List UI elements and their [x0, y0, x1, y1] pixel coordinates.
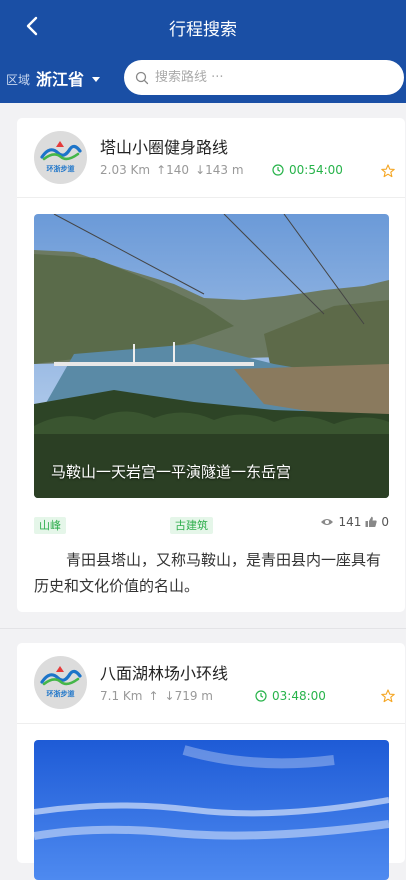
search-input[interactable]: [155, 70, 375, 85]
route-logo-icon: [40, 666, 82, 686]
logo-text: 环浙步道: [46, 690, 75, 698]
route-name: 八面湖林场小环线: [100, 664, 229, 683]
route-card[interactable]: 环浙步道 塔山小圈健身路线 2.03 Km ↑140 ↓143 m 00:54:…: [17, 118, 405, 612]
like-count: 0: [381, 515, 389, 529]
tag-ancient-building: 古建筑: [170, 517, 213, 534]
caret-down-icon: [92, 76, 101, 82]
route-descent: ↓143 m: [195, 163, 244, 177]
star-icon[interactable]: [381, 164, 395, 178]
region-value: 浙江省: [36, 70, 85, 89]
app-header: 行程搜索 区域 浙江省: [0, 0, 406, 103]
route-stats: 2.03 Km ↑140 ↓143 m: [100, 163, 244, 177]
photo-caption: 马鞍山一天岩宫一平演隧道一东岳宫: [51, 463, 292, 481]
tag-mountain: 山峰: [34, 517, 66, 534]
star-icon[interactable]: [381, 689, 395, 703]
route-logo: 环浙步道: [34, 656, 87, 709]
route-metrics: 141 0: [320, 515, 389, 529]
route-duration: 03:48:00: [255, 689, 326, 703]
route-stats: 7.1 Km ↑ ↓719 m: [100, 689, 213, 703]
region-dropdown[interactable]: 浙江省: [36, 66, 101, 90]
route-name: 塔山小圈健身路线: [100, 138, 229, 157]
eye-icon: [321, 519, 334, 525]
thumbs-up-icon[interactable]: [365, 516, 378, 528]
view-count: 141: [338, 515, 362, 529]
list-divider: [0, 628, 406, 629]
route-card[interactable]: 环浙步道 八面湖林场小环线 7.1 Km ↑ ↓719 m 03:48:00: [17, 643, 405, 880]
route-descent: ↓719 m: [164, 689, 213, 703]
page-title: 行程搜索: [169, 20, 237, 40]
route-photo[interactable]: 马鞍山一天岩宫一平演隧道一东岳宫: [34, 214, 389, 498]
route-distance: 2.03 Km: [100, 163, 151, 177]
search-box[interactable]: [124, 60, 404, 95]
clock-icon: [272, 164, 284, 176]
route-photo[interactable]: [34, 740, 389, 880]
route-ascent: ↑140: [156, 163, 190, 177]
route-logo-icon: [40, 141, 82, 161]
route-ascent: ↑: [148, 689, 159, 703]
blue-sky-image: [34, 740, 389, 880]
duration-text: 03:48:00: [272, 689, 326, 703]
route-description: 青田县塔山，又称马鞍山，是青田县内一座具有历史和文化价值的名山。: [34, 551, 382, 595]
card-divider: [17, 197, 405, 198]
search-icon: [135, 71, 149, 84]
mountain-landscape-image: [34, 214, 389, 498]
duration-text: 00:54:00: [289, 163, 343, 177]
clock-icon: [255, 690, 267, 702]
route-duration: 00:54:00: [272, 163, 343, 177]
logo-text: 环浙步道: [46, 165, 75, 173]
route-distance: 7.1 Km: [100, 689, 143, 703]
card-divider: [17, 723, 405, 724]
region-label: 区域: [6, 73, 31, 87]
route-logo: 环浙步道: [34, 131, 87, 184]
